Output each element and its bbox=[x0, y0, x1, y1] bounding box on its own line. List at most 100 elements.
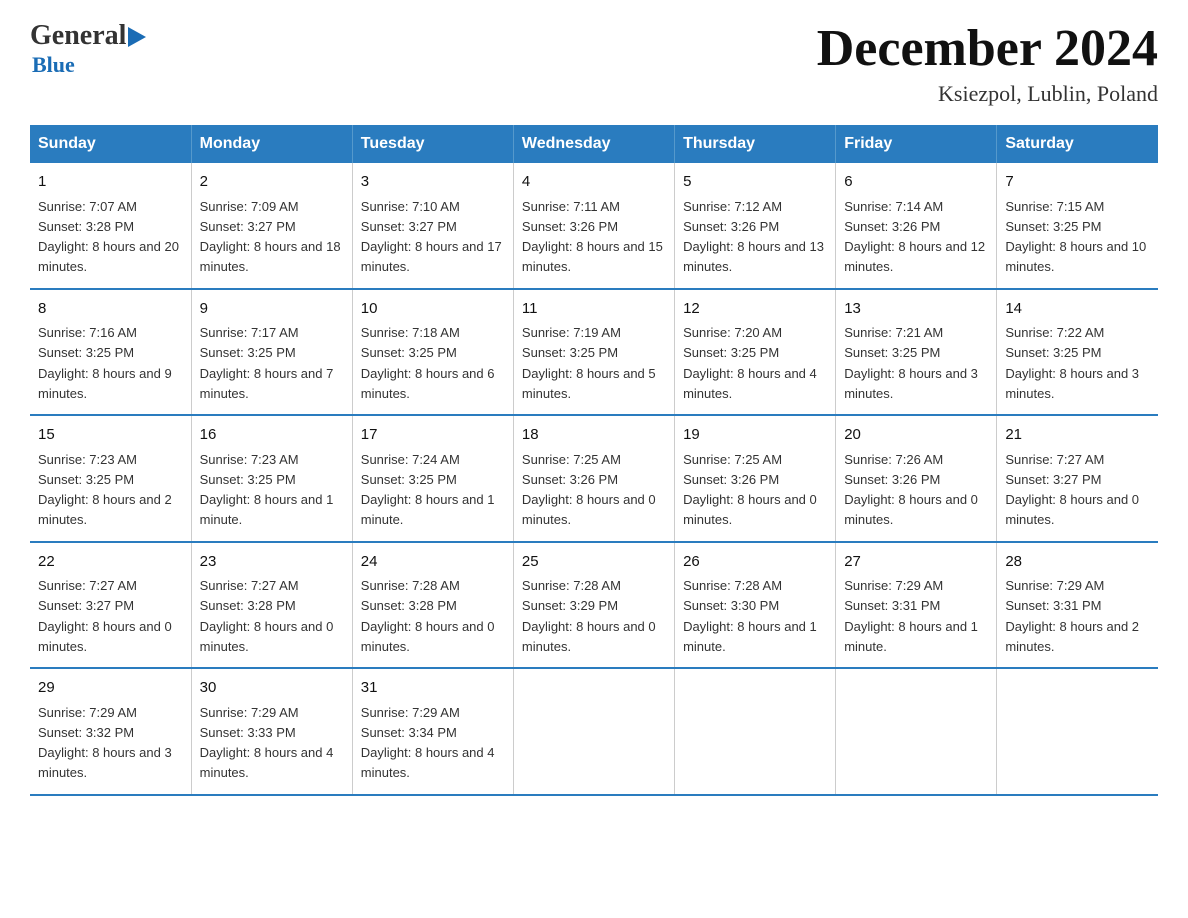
day-info: Sunrise: 7:27 AMSunset: 3:27 PMDaylight:… bbox=[38, 578, 172, 654]
calendar-cell: 3 Sunrise: 7:10 AMSunset: 3:27 PMDayligh… bbox=[352, 163, 513, 289]
day-info: Sunrise: 7:27 AMSunset: 3:28 PMDaylight:… bbox=[200, 578, 334, 654]
calendar-subtitle: Ksiezpol, Lublin, Poland bbox=[817, 81, 1158, 107]
day-number: 19 bbox=[683, 424, 827, 447]
day-number: 5 bbox=[683, 171, 827, 194]
calendar-cell: 28 Sunrise: 7:29 AMSunset: 3:31 PMDaylig… bbox=[997, 542, 1158, 669]
day-info: Sunrise: 7:29 AMSunset: 3:32 PMDaylight:… bbox=[38, 705, 172, 781]
calendar-cell: 7 Sunrise: 7:15 AMSunset: 3:25 PMDayligh… bbox=[997, 163, 1158, 289]
calendar-cell: 9 Sunrise: 7:17 AMSunset: 3:25 PMDayligh… bbox=[191, 289, 352, 416]
calendar-cell: 30 Sunrise: 7:29 AMSunset: 3:33 PMDaylig… bbox=[191, 668, 352, 795]
day-number: 22 bbox=[38, 551, 183, 574]
day-info: Sunrise: 7:20 AMSunset: 3:25 PMDaylight:… bbox=[683, 325, 817, 401]
day-info: Sunrise: 7:17 AMSunset: 3:25 PMDaylight:… bbox=[200, 325, 334, 401]
week-row-1: 1 Sunrise: 7:07 AMSunset: 3:28 PMDayligh… bbox=[30, 163, 1158, 289]
day-number: 11 bbox=[522, 298, 666, 321]
day-info: Sunrise: 7:07 AMSunset: 3:28 PMDaylight:… bbox=[38, 199, 179, 275]
day-number: 6 bbox=[844, 171, 988, 194]
day-info: Sunrise: 7:19 AMSunset: 3:25 PMDaylight:… bbox=[522, 325, 656, 401]
calendar-cell: 10 Sunrise: 7:18 AMSunset: 3:25 PMDaylig… bbox=[352, 289, 513, 416]
day-info: Sunrise: 7:16 AMSunset: 3:25 PMDaylight:… bbox=[38, 325, 172, 401]
header-saturday: Saturday bbox=[997, 125, 1158, 163]
day-number: 13 bbox=[844, 298, 988, 321]
calendar-cell: 20 Sunrise: 7:26 AMSunset: 3:26 PMDaylig… bbox=[836, 415, 997, 542]
header-friday: Friday bbox=[836, 125, 997, 163]
calendar-cell: 11 Sunrise: 7:19 AMSunset: 3:25 PMDaylig… bbox=[513, 289, 674, 416]
calendar-cell: 19 Sunrise: 7:25 AMSunset: 3:26 PMDaylig… bbox=[675, 415, 836, 542]
day-number: 31 bbox=[361, 677, 505, 700]
day-number: 4 bbox=[522, 171, 666, 194]
calendar-cell: 5 Sunrise: 7:12 AMSunset: 3:26 PMDayligh… bbox=[675, 163, 836, 289]
calendar-cell bbox=[836, 668, 997, 795]
calendar-cell: 22 Sunrise: 7:27 AMSunset: 3:27 PMDaylig… bbox=[30, 542, 191, 669]
calendar-cell: 23 Sunrise: 7:27 AMSunset: 3:28 PMDaylig… bbox=[191, 542, 352, 669]
calendar-cell: 17 Sunrise: 7:24 AMSunset: 3:25 PMDaylig… bbox=[352, 415, 513, 542]
header-wednesday: Wednesday bbox=[513, 125, 674, 163]
day-number: 18 bbox=[522, 424, 666, 447]
day-number: 9 bbox=[200, 298, 344, 321]
day-number: 26 bbox=[683, 551, 827, 574]
day-info: Sunrise: 7:12 AMSunset: 3:26 PMDaylight:… bbox=[683, 199, 824, 275]
day-info: Sunrise: 7:25 AMSunset: 3:26 PMDaylight:… bbox=[522, 452, 656, 528]
day-number: 12 bbox=[683, 298, 827, 321]
day-info: Sunrise: 7:22 AMSunset: 3:25 PMDaylight:… bbox=[1005, 325, 1139, 401]
logo-general: General bbox=[30, 20, 126, 52]
day-info: Sunrise: 7:27 AMSunset: 3:27 PMDaylight:… bbox=[1005, 452, 1139, 528]
header-thursday: Thursday bbox=[675, 125, 836, 163]
calendar-cell: 6 Sunrise: 7:14 AMSunset: 3:26 PMDayligh… bbox=[836, 163, 997, 289]
calendar-cell: 21 Sunrise: 7:27 AMSunset: 3:27 PMDaylig… bbox=[997, 415, 1158, 542]
day-info: Sunrise: 7:14 AMSunset: 3:26 PMDaylight:… bbox=[844, 199, 985, 275]
day-info: Sunrise: 7:29 AMSunset: 3:33 PMDaylight:… bbox=[200, 705, 334, 781]
calendar-table: Sunday Monday Tuesday Wednesday Thursday… bbox=[30, 125, 1158, 796]
day-number: 28 bbox=[1005, 551, 1150, 574]
day-info: Sunrise: 7:15 AMSunset: 3:25 PMDaylight:… bbox=[1005, 199, 1146, 275]
calendar-cell: 4 Sunrise: 7:11 AMSunset: 3:26 PMDayligh… bbox=[513, 163, 674, 289]
header-tuesday: Tuesday bbox=[352, 125, 513, 163]
calendar-cell: 16 Sunrise: 7:23 AMSunset: 3:25 PMDaylig… bbox=[191, 415, 352, 542]
logo-blue: Blue bbox=[32, 52, 146, 78]
day-number: 24 bbox=[361, 551, 505, 574]
day-info: Sunrise: 7:26 AMSunset: 3:26 PMDaylight:… bbox=[844, 452, 978, 528]
calendar-cell: 2 Sunrise: 7:09 AMSunset: 3:27 PMDayligh… bbox=[191, 163, 352, 289]
calendar-cell bbox=[997, 668, 1158, 795]
day-number: 25 bbox=[522, 551, 666, 574]
day-info: Sunrise: 7:21 AMSunset: 3:25 PMDaylight:… bbox=[844, 325, 978, 401]
day-number: 8 bbox=[38, 298, 183, 321]
calendar-cell: 18 Sunrise: 7:25 AMSunset: 3:26 PMDaylig… bbox=[513, 415, 674, 542]
weekday-header-row: Sunday Monday Tuesday Wednesday Thursday… bbox=[30, 125, 1158, 163]
calendar-cell: 13 Sunrise: 7:21 AMSunset: 3:25 PMDaylig… bbox=[836, 289, 997, 416]
day-number: 29 bbox=[38, 677, 183, 700]
day-info: Sunrise: 7:23 AMSunset: 3:25 PMDaylight:… bbox=[200, 452, 334, 528]
day-number: 14 bbox=[1005, 298, 1150, 321]
calendar-cell: 1 Sunrise: 7:07 AMSunset: 3:28 PMDayligh… bbox=[30, 163, 191, 289]
day-info: Sunrise: 7:28 AMSunset: 3:29 PMDaylight:… bbox=[522, 578, 656, 654]
title-block: December 2024 Ksiezpol, Lublin, Poland bbox=[817, 20, 1158, 107]
day-number: 20 bbox=[844, 424, 988, 447]
calendar-title: December 2024 bbox=[817, 20, 1158, 77]
calendar-cell: 12 Sunrise: 7:20 AMSunset: 3:25 PMDaylig… bbox=[675, 289, 836, 416]
day-info: Sunrise: 7:18 AMSunset: 3:25 PMDaylight:… bbox=[361, 325, 495, 401]
day-info: Sunrise: 7:28 AMSunset: 3:28 PMDaylight:… bbox=[361, 578, 495, 654]
week-row-4: 22 Sunrise: 7:27 AMSunset: 3:27 PMDaylig… bbox=[30, 542, 1158, 669]
calendar-cell: 31 Sunrise: 7:29 AMSunset: 3:34 PMDaylig… bbox=[352, 668, 513, 795]
day-info: Sunrise: 7:09 AMSunset: 3:27 PMDaylight:… bbox=[200, 199, 341, 275]
day-info: Sunrise: 7:10 AMSunset: 3:27 PMDaylight:… bbox=[361, 199, 502, 275]
header-monday: Monday bbox=[191, 125, 352, 163]
day-info: Sunrise: 7:29 AMSunset: 3:31 PMDaylight:… bbox=[844, 578, 978, 654]
day-number: 7 bbox=[1005, 171, 1150, 194]
day-number: 21 bbox=[1005, 424, 1150, 447]
day-info: Sunrise: 7:28 AMSunset: 3:30 PMDaylight:… bbox=[683, 578, 817, 654]
day-number: 17 bbox=[361, 424, 505, 447]
day-number: 15 bbox=[38, 424, 183, 447]
day-number: 16 bbox=[200, 424, 344, 447]
week-row-2: 8 Sunrise: 7:16 AMSunset: 3:25 PMDayligh… bbox=[30, 289, 1158, 416]
calendar-cell: 27 Sunrise: 7:29 AMSunset: 3:31 PMDaylig… bbox=[836, 542, 997, 669]
week-row-5: 29 Sunrise: 7:29 AMSunset: 3:32 PMDaylig… bbox=[30, 668, 1158, 795]
day-info: Sunrise: 7:23 AMSunset: 3:25 PMDaylight:… bbox=[38, 452, 172, 528]
day-number: 23 bbox=[200, 551, 344, 574]
day-number: 2 bbox=[200, 171, 344, 194]
calendar-cell: 26 Sunrise: 7:28 AMSunset: 3:30 PMDaylig… bbox=[675, 542, 836, 669]
day-info: Sunrise: 7:11 AMSunset: 3:26 PMDaylight:… bbox=[522, 199, 663, 275]
day-info: Sunrise: 7:29 AMSunset: 3:34 PMDaylight:… bbox=[361, 705, 495, 781]
day-info: Sunrise: 7:24 AMSunset: 3:25 PMDaylight:… bbox=[361, 452, 495, 528]
day-number: 3 bbox=[361, 171, 505, 194]
